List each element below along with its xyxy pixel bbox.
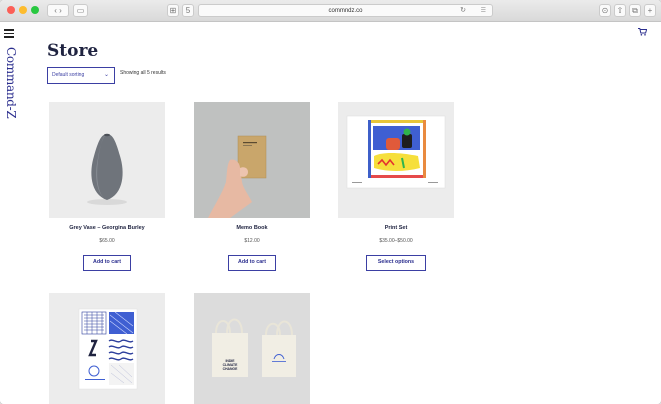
product-name[interactable]: Grey Vase – Georgina Burley bbox=[49, 225, 165, 231]
browser-window: ‹ › ▭ ⊞ 5 commndz.co ↻ ☰ ⊙ ⇧ ⧉ + Command… bbox=[0, 0, 661, 404]
share-icon[interactable]: ⇧ bbox=[614, 4, 626, 17]
sort-dropdown-value: Default sorting bbox=[52, 72, 85, 78]
tote-print-text: INDIE CLIMATE CHANGE bbox=[222, 359, 238, 372]
site-logo[interactable]: Command-Z bbox=[4, 47, 18, 157]
grid-view-icon[interactable]: ⊞ bbox=[167, 4, 179, 17]
product-name[interactable]: Print Set bbox=[338, 225, 454, 231]
product-price: $12.00 bbox=[244, 238, 260, 244]
select-options-button[interactable]: Select options bbox=[366, 255, 426, 271]
product-image-grey-vase[interactable] bbox=[49, 102, 165, 218]
page-title: Store bbox=[47, 41, 99, 61]
cart-icon[interactable] bbox=[638, 28, 648, 37]
zoom-window-button[interactable] bbox=[31, 6, 39, 14]
add-to-cart-button[interactable]: Add to cart bbox=[83, 255, 131, 271]
sort-dropdown[interactable]: Default sorting ⌄ bbox=[47, 67, 115, 84]
product-image-tote-bags[interactable]: INDIE CLIMATE CHANGE bbox=[194, 293, 310, 404]
back-forward-buttons[interactable]: ‹ › bbox=[47, 4, 69, 17]
new-tab-icon[interactable]: + bbox=[644, 4, 656, 17]
product-price: $35.00–$50.00 bbox=[379, 238, 413, 244]
minimize-window-button[interactable] bbox=[19, 6, 27, 14]
reader-icon[interactable]: ☰ bbox=[481, 5, 486, 17]
tab-count-badge[interactable]: 5 bbox=[182, 4, 194, 17]
menu-icon[interactable] bbox=[4, 29, 14, 38]
site-logo-text: Command-Z bbox=[4, 47, 18, 119]
product-name[interactable]: Memo Book bbox=[194, 225, 310, 231]
reload-icon[interactable]: ↻ bbox=[460, 5, 466, 17]
product-image-memo-book[interactable] bbox=[194, 102, 310, 218]
address-bar[interactable]: commndz.co ↻ ☰ bbox=[198, 4, 493, 17]
page-content: Command-Z Store Default sorting ⌄ Showin… bbox=[0, 23, 661, 404]
product-price: $65.00 bbox=[99, 238, 115, 244]
close-window-button[interactable] bbox=[7, 6, 15, 14]
tabs-overview-icon[interactable]: ⧉ bbox=[629, 4, 641, 17]
address-bar-url: commndz.co bbox=[328, 8, 363, 14]
add-to-cart-button[interactable]: Add to cart bbox=[228, 255, 276, 271]
browser-toolbar: ‹ › ▭ ⊞ 5 commndz.co ↻ ☰ ⊙ ⇧ ⧉ + bbox=[0, 0, 661, 22]
sidebar-toggle-icon[interactable]: ▭ bbox=[73, 4, 88, 17]
product-image-print-set[interactable] bbox=[338, 102, 454, 218]
chevron-down-icon: ⌄ bbox=[103, 72, 109, 78]
downloads-icon[interactable]: ⊙ bbox=[599, 4, 611, 17]
result-count: Showing all 5 results bbox=[120, 70, 166, 76]
product-image-prints[interactable] bbox=[49, 293, 165, 404]
